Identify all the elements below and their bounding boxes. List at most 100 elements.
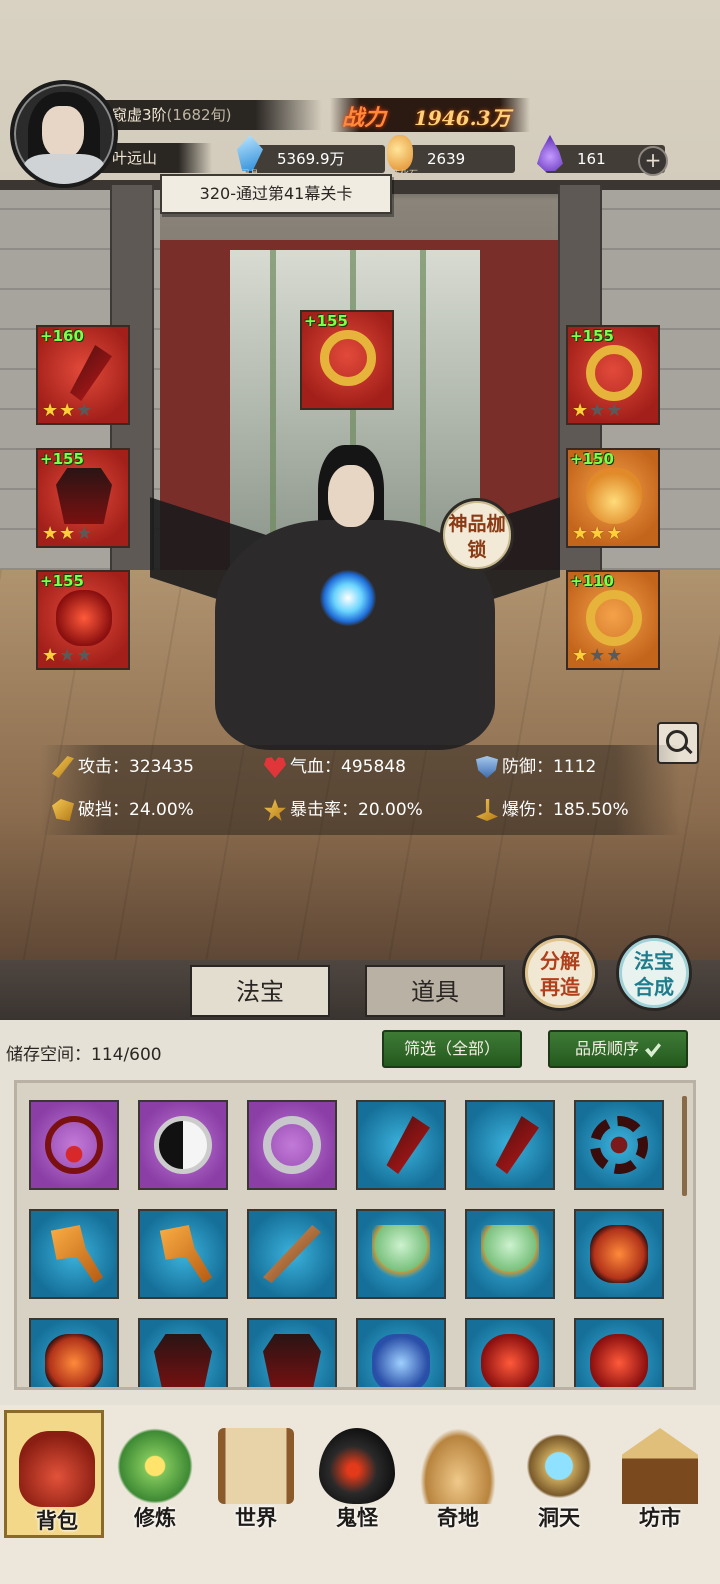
yin-yang-ring-icon <box>154 1116 212 1174</box>
inventory-item[interactable] <box>138 1209 228 1299</box>
star-filled-icon: ★ <box>42 400 60 421</box>
resource-creation-stone[interactable]: 造化石 2639 <box>387 135 515 180</box>
jade-ring-icon <box>263 1116 321 1174</box>
star-rating: ★★★ <box>572 524 623 544</box>
inventory-item[interactable] <box>247 1100 337 1190</box>
inventory-item[interactable] <box>29 1318 119 1387</box>
inventory-scrollbar[interactable] <box>682 1096 687 1196</box>
inventory-item[interactable] <box>574 1209 664 1299</box>
demon-mask-icon <box>590 1334 648 1387</box>
inventory-item[interactable] <box>138 1318 228 1387</box>
inventory-item[interactable] <box>356 1100 446 1190</box>
power-label: 战力 <box>342 105 387 131</box>
inventory-grid[interactable] <box>14 1080 696 1390</box>
stat-crit-damage: 爆伤：185.50% <box>476 797 629 823</box>
inventory-item[interactable] <box>247 1318 337 1387</box>
bag-icon <box>19 1431 95 1507</box>
nav-label: 鬼怪 <box>336 1505 378 1530</box>
tab-fabao[interactable]: 法宝 <box>190 965 330 1017</box>
blue-beast-icon <box>372 1334 430 1387</box>
equip-slot-right-2[interactable]: +150 ★★★ <box>566 448 660 548</box>
ring-icon <box>586 590 642 646</box>
equip-slot-top[interactable]: +155 <box>300 310 394 410</box>
tab-strip <box>0 960 720 1020</box>
inventory-item[interactable] <box>574 1318 664 1387</box>
nav-label: 洞天 <box>538 1505 580 1530</box>
equip-slot-left-2[interactable]: +155 ★★★ <box>36 448 130 548</box>
nav-label: 坊市 <box>639 1505 681 1530</box>
nav-market[interactable]: 坊市 <box>610 1410 710 1538</box>
helmet-icon <box>56 590 112 646</box>
resource-spirit-crystal[interactable]: 灵晶 5369.9万 <box>237 135 385 180</box>
equip-slot-right-3[interactable]: +110 ★★★ <box>566 570 660 670</box>
equip-level: +160 <box>40 327 84 345</box>
equip-slot-left-3[interactable]: +155 ★★★ <box>36 570 130 670</box>
inventory-item[interactable] <box>465 1100 555 1190</box>
nav-label: 修炼 <box>134 1505 176 1530</box>
sort-button[interactable]: 品质顺序 <box>548 1030 688 1068</box>
inventory-item[interactable] <box>29 1209 119 1299</box>
nav-cultivate[interactable]: 修炼 <box>105 1410 205 1538</box>
market-stall-icon <box>622 1428 698 1504</box>
resource-caption: 造化石 <box>391 170 419 180</box>
star-filled-icon: ★ <box>572 523 590 544</box>
stat-value: 185.50% <box>553 800 629 820</box>
defense-shield-icon <box>476 756 498 778</box>
decompose-button[interactable]: 分解再造 <box>522 935 598 1011</box>
stat-label: 破挡： <box>78 800 129 820</box>
inventory-item[interactable] <box>465 1209 555 1299</box>
inventory-item[interactable] <box>29 1100 119 1190</box>
nav-cave[interactable]: 洞天 <box>509 1410 609 1538</box>
crit-rate-icon <box>264 799 286 821</box>
inventory-item[interactable] <box>356 1318 446 1387</box>
divine-lock-label: 神品枷锁 <box>448 513 506 561</box>
star-filled-icon: ★ <box>589 523 607 544</box>
star-rating: ★★★ <box>42 401 93 421</box>
stat-label: 攻击： <box>78 757 129 777</box>
nav-monster[interactable]: 鬼怪 <box>307 1410 407 1538</box>
dagger-icon <box>70 345 112 401</box>
inventory-item[interactable] <box>574 1100 664 1190</box>
equip-slot-right-1[interactable]: +155 ★★★ <box>566 325 660 425</box>
nav-bag[interactable]: 背包 <box>4 1410 104 1538</box>
star-filled-icon: ★ <box>42 645 60 666</box>
crown-icon <box>586 345 642 401</box>
attack-icon <box>52 756 74 778</box>
armor-icon <box>56 468 112 524</box>
spirit-orb <box>320 570 376 626</box>
pendant-icon <box>586 468 642 524</box>
nav-label: 背包 <box>36 1508 78 1533</box>
stat-hp: 气血：495848 <box>264 754 406 780</box>
equip-slot-left-1[interactable]: +160 ★★★ <box>36 325 130 425</box>
equip-level: +155 <box>570 327 614 345</box>
stat-defense: 防御：1112 <box>476 754 596 780</box>
star-empty-icon: ★ <box>606 400 624 421</box>
inventory-item[interactable] <box>356 1209 446 1299</box>
resource-value: 161 <box>577 150 606 168</box>
star-empty-icon: ★ <box>76 645 94 666</box>
dagger-icon <box>386 1116 430 1174</box>
divine-lock-button[interactable]: 神品枷锁 <box>440 498 514 572</box>
inventory-item[interactable] <box>138 1100 228 1190</box>
stat-value: 24.00% <box>129 800 194 820</box>
resource-value: 2639 <box>427 150 466 168</box>
add-resource-button[interactable]: + <box>638 146 668 176</box>
nav-wonderland[interactable]: 奇地 <box>408 1410 508 1538</box>
tab-daoju[interactable]: 道具 <box>365 965 505 1017</box>
checkmark-icon <box>645 1043 661 1058</box>
inventory-item[interactable] <box>247 1209 337 1299</box>
nav-world[interactable]: 世界 <box>206 1410 306 1538</box>
golden-beast-icon <box>590 1225 648 1283</box>
quest-banner[interactable]: 320-通过第41幕关卡 <box>160 174 392 214</box>
stat-value: 20.00% <box>358 800 423 820</box>
synthesize-button[interactable]: 法宝合成 <box>616 935 692 1011</box>
star-rating: ★★★ <box>572 401 623 421</box>
stat-label: 气血： <box>290 757 341 777</box>
inventory-item[interactable] <box>465 1318 555 1387</box>
break-block-icon <box>52 799 74 821</box>
lotus-icon <box>117 1428 193 1504</box>
storage-label: 储存空间： <box>6 1045 91 1065</box>
filter-button[interactable]: 筛选（全部） <box>382 1030 522 1068</box>
realm-text: 窥虚3阶 <box>112 106 167 124</box>
player-avatar[interactable] <box>10 80 118 188</box>
